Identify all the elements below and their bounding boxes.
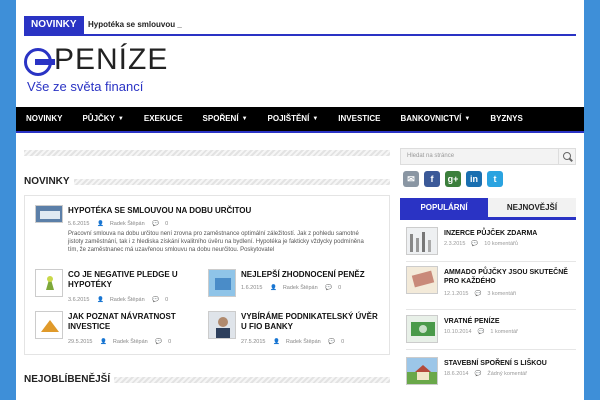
list-item[interactable]: AMMADO PŮJČKY JSOU SKUTEČNĚ PRO KAŽDÉHO …	[406, 266, 576, 298]
chevron-down-icon: ▼	[241, 116, 248, 122]
item-title[interactable]: STAVEBNÍ SPOŘENÍ S LIŠKOU	[444, 359, 576, 368]
post-meta: 27.5.2015 👤 Radek Štěpán 💬 0	[241, 339, 345, 345]
post-title[interactable]: NEJLEPŠÍ ZHODNOCENÍ PENĚZ	[241, 270, 381, 280]
user-icon: 👤	[269, 285, 277, 291]
tab-popularni[interactable]: POPULÁRNÍ	[400, 198, 488, 217]
nav-item-investice[interactable]: INVESTICE	[328, 107, 390, 131]
nav-item-novinky[interactable]: NOVINKY	[16, 107, 72, 131]
page: NOVINKY Hypotéka se smlouvou _ PENÍZE Vš…	[16, 0, 584, 400]
user-icon: 👤	[273, 339, 280, 345]
search-icon[interactable]	[558, 149, 575, 164]
facebook-icon[interactable]: f	[424, 171, 440, 187]
chevron-down-icon: ▼	[312, 116, 319, 122]
google-plus-icon[interactable]: g+	[445, 171, 461, 187]
nav-item-pujcky[interactable]: PŮJČKY ▼	[72, 107, 133, 131]
item-meta: 12.1.2015 💬 3 komentáři	[444, 291, 517, 297]
user-icon: 👤	[96, 297, 104, 303]
comment-icon: 💬	[325, 285, 333, 291]
comment-icon: 💬	[477, 329, 485, 335]
item-thumbnail[interactable]	[406, 227, 438, 255]
comment-icon: 💬	[471, 241, 479, 247]
news-ticker: NOVINKY Hypotéka se smlouvou _	[24, 16, 576, 36]
item-thumbnail[interactable]	[406, 266, 438, 294]
list-item[interactable]: INZERCE PŮJČEK ZDARMA 2.3.2015 💬 10 koment…	[406, 227, 576, 259]
post-author[interactable]: Radek Štěpán	[110, 221, 145, 227]
item-title[interactable]: VRATNÉ PENÍZE	[444, 317, 576, 326]
featured-post-excerpt: Pracovní smlouva na dobu určitou není zr…	[68, 231, 364, 254]
item-meta: 2.3.2015 💬 10 komentářů	[444, 241, 518, 247]
nav-item-bankovnictvi[interactable]: BANKOVNICTVÍ ▼	[391, 107, 481, 131]
linkedin-icon[interactable]: in	[466, 171, 482, 187]
item-thumbnail[interactable]	[406, 315, 438, 343]
section-title-nejoblibenejsi: NEJOBLÍBENĚJŠÍ	[24, 374, 115, 385]
item-thumbnail[interactable]	[406, 357, 438, 385]
comment-icon: 💬	[152, 297, 160, 303]
ticker-link[interactable]: Hypotéka se smlouvou _	[88, 16, 182, 34]
post-thumbnail[interactable]	[35, 311, 63, 339]
nav-item-exekuce[interactable]: EXEKUCE	[134, 107, 193, 131]
divider	[406, 309, 576, 310]
item-title[interactable]: INZERCE PŮJČEK ZDARMA	[444, 229, 576, 238]
logo-tagline: Vše ze světa financí	[27, 79, 144, 94]
item-meta: 10.10.2014 💬 1 komentář	[444, 329, 518, 335]
section-title-novinky: NOVINKY	[24, 176, 74, 187]
list-item[interactable]: STAVEBNÍ SPOŘENÍ S LIŠKOU 18.6.2014 💬 Žádn…	[406, 357, 576, 389]
comment-icon: 💬	[155, 339, 163, 345]
post-title[interactable]: CO JE NEGATIVE PLEDGE U HYPOTÉKY	[68, 270, 203, 290]
search-input[interactable]: Hledat na stránce	[407, 153, 454, 159]
post-date: 5.6.2015	[68, 221, 90, 227]
divider	[24, 150, 390, 156]
divider	[24, 179, 390, 185]
post-title[interactable]: JAK POZNAT NÁVRATNOST INVESTICE	[68, 312, 203, 332]
mail-icon[interactable]: ✉	[403, 171, 419, 187]
main-nav: NOVINKY PŮJČKY ▼ EXEKUCE SPOŘENÍ ▼ POJIŠTĚ…	[16, 107, 584, 133]
post-thumbnail[interactable]	[35, 269, 63, 297]
logo-icon	[24, 48, 55, 76]
nav-item-pojisteni[interactable]: POJIŠTĚNÍ ▼	[258, 107, 329, 131]
item-title[interactable]: AMMADO PŮJČKY JSOU SKUTEČNĚ PRO KAŽDÉHO	[444, 268, 576, 286]
divider	[406, 261, 576, 262]
post-thumbnail[interactable]	[208, 311, 236, 339]
comment-icon: 💬	[474, 291, 482, 297]
tab-nejnovejsi[interactable]: NEJNOVĚJŠÍ	[488, 198, 576, 217]
divider	[406, 349, 576, 350]
comment-icon: 💬	[474, 371, 482, 377]
post-meta: 3.6.2015 👤 Radek Štěpán 💬 0	[68, 297, 169, 303]
user-icon: 👤	[100, 339, 107, 345]
nav-item-sporeni[interactable]: SPOŘENÍ ▼	[193, 107, 258, 131]
logo-title: PENÍZE	[54, 43, 169, 76]
list-item[interactable]: VRATNÉ PENÍZE 10.10.2014 💬 1 komentář	[406, 315, 576, 347]
user-icon: 👤	[96, 221, 104, 227]
sidebar-tabs: POPULÁRNÍ NEJNOVĚJŠÍ	[400, 198, 576, 220]
featured-post-title[interactable]: HYPOTÉKA SE SMLOUVOU NA DOBU URČITOU	[68, 206, 378, 216]
search-field[interactable]: Hledat na stránce	[400, 148, 576, 165]
featured-post-meta: 5.6.2015 👤 Radek Štěpán 💬 0	[68, 221, 174, 227]
post-meta: 1.6.2015 👤 Radek Štěpán 💬 0	[241, 285, 342, 291]
comment-icon: 💬	[328, 339, 336, 345]
nav-item-byznys[interactable]: BYZNYS	[480, 107, 532, 131]
featured-thumbnail[interactable]	[35, 205, 63, 223]
post-comments[interactable]: 0	[165, 221, 168, 227]
comment-icon: 💬	[152, 221, 160, 227]
item-meta: 18.6.2014 💬 Žádný komentář	[444, 371, 528, 377]
twitter-icon[interactable]: t	[487, 171, 503, 187]
post-title[interactable]: VYBÍRÁME PODNIKATELSKÝ ÚVĚR U FIO BANKY	[241, 312, 381, 332]
ticker-label: NOVINKY	[24, 16, 84, 34]
post-meta: 29.5.2015 👤 Radek Štěpán 💬 0	[68, 339, 172, 345]
post-thumbnail[interactable]	[208, 269, 236, 297]
chevron-down-icon: ▼	[464, 116, 471, 122]
chevron-down-icon: ▼	[117, 116, 124, 122]
